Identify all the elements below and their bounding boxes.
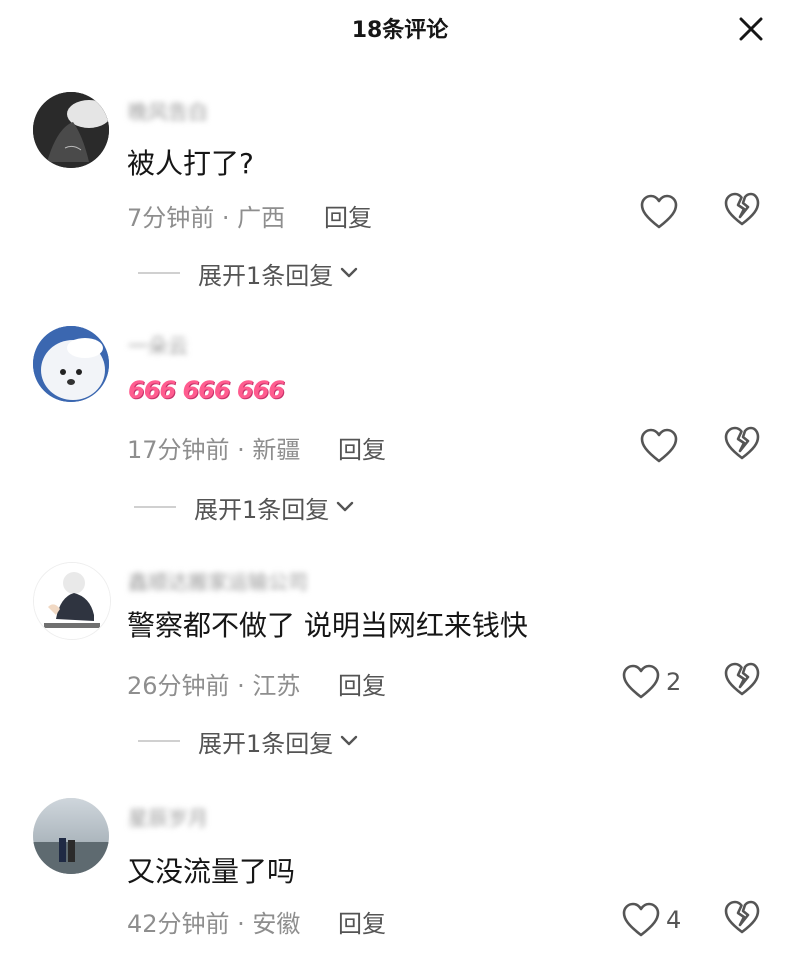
divider-line — [138, 272, 180, 274]
heart-icon — [622, 902, 660, 937]
broken-heart-icon — [724, 662, 760, 696]
like-button[interactable] — [640, 192, 678, 232]
heart-icon — [640, 194, 678, 229]
comments-title: 18条评论 — [351, 18, 449, 43]
reply-button[interactable]: 回复 — [338, 904, 386, 939]
broken-heart-icon — [724, 900, 760, 934]
expand-replies-button[interactable]: 展开1条回复 — [138, 724, 359, 758]
like-button[interactable]: 2 — [622, 662, 681, 702]
comment-meta: 17分钟前 · 新疆 — [127, 436, 301, 464]
comment-text: 被人打了? — [127, 147, 254, 180]
broken-heart-icon — [724, 192, 760, 226]
comment-text: 警察都不做了 说明当网红来钱快 — [127, 609, 528, 642]
comment-username[interactable]: 鑫顺达搬家运输公司 — [128, 566, 308, 595]
comments-header: 18条评论 — [0, 0, 800, 56]
avatar[interactable] — [33, 92, 109, 168]
expand-replies-label: 展开1条回复 — [198, 261, 334, 290]
divider-line — [138, 740, 180, 742]
chevron-down-icon — [341, 735, 358, 746]
like-count: 4 — [666, 906, 682, 934]
comment-meta: 42分钟前 · 安徽 — [127, 910, 301, 938]
dislike-button[interactable] — [724, 192, 762, 230]
like-button[interactable] — [640, 426, 678, 466]
expand-replies-button[interactable]: 展开1条回复 — [134, 490, 355, 524]
like-count: 2 — [666, 668, 682, 696]
comment-meta: 7分钟前 · 广西 — [127, 204, 286, 232]
avatar[interactable] — [33, 562, 111, 640]
comment-username[interactable]: 一朵云 — [128, 330, 188, 359]
chevron-down-icon — [341, 267, 358, 278]
dislike-button[interactable] — [724, 426, 762, 464]
like-button[interactable]: 4 — [622, 900, 681, 940]
comment-username[interactable]: 晚风告白 — [128, 96, 208, 125]
close-icon — [739, 17, 763, 41]
comment-emoji-666: 666 666 666 — [128, 376, 285, 404]
expand-replies-label: 展开1条回复 — [194, 495, 330, 524]
heart-icon — [640, 428, 678, 463]
chevron-down-icon — [337, 501, 354, 512]
heart-icon — [622, 664, 660, 699]
broken-heart-icon — [724, 426, 760, 460]
divider-line — [134, 506, 176, 508]
avatar[interactable] — [33, 798, 109, 874]
comment-meta: 26分钟前 · 江苏 — [127, 672, 301, 700]
comment-username[interactable]: 星辰岁月 — [128, 802, 208, 831]
comment-text: 又没流量了吗 — [127, 855, 296, 888]
dislike-button[interactable] — [724, 662, 762, 700]
expand-replies-label: 展开1条回复 — [198, 729, 334, 758]
reply-button[interactable]: 回复 — [324, 198, 372, 233]
reply-button[interactable]: 回复 — [338, 430, 386, 465]
expand-replies-button[interactable]: 展开1条回复 — [138, 256, 359, 290]
avatar[interactable] — [33, 326, 109, 402]
reply-button[interactable]: 回复 — [338, 666, 386, 701]
close-button[interactable] — [736, 14, 766, 44]
dislike-button[interactable] — [724, 900, 762, 938]
